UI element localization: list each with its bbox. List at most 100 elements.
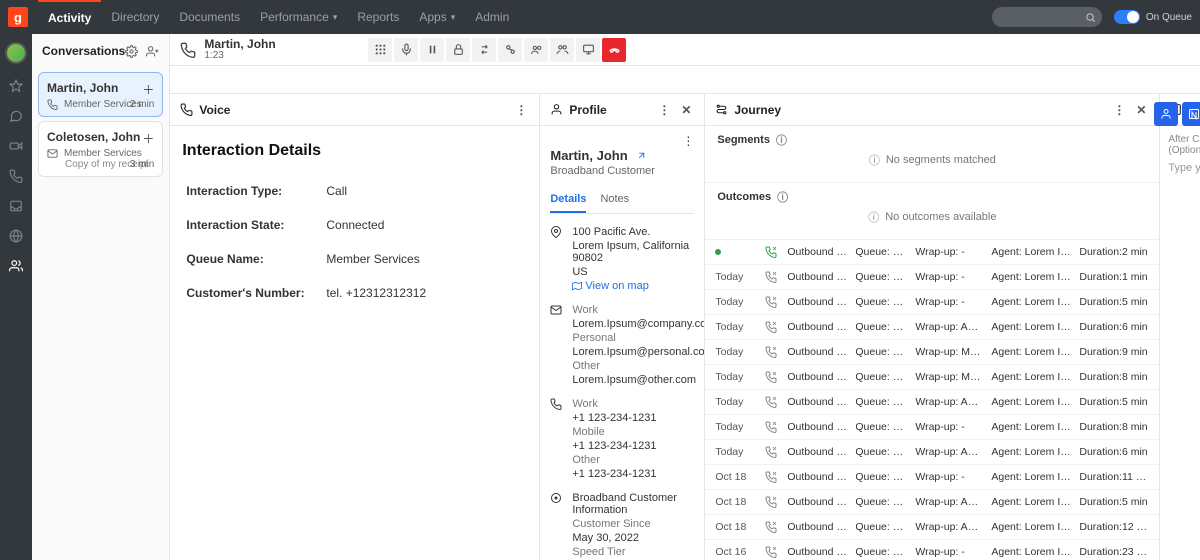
kebab-icon[interactable]: ⋮	[1111, 102, 1127, 118]
journey-row[interactable]: TodayOutbound callQueue: Lo...Wrap-up: A…	[705, 315, 1159, 340]
pause-button[interactable]	[420, 38, 444, 62]
phone-label: Other	[572, 454, 656, 466]
journey-agent: Agent: Lorem Ipsum	[991, 371, 1071, 383]
conversation-card[interactable]: Coletosen, John＋Member ServicesCopy of m…	[38, 121, 163, 177]
outbound-call-icon	[765, 421, 779, 433]
view-on-map-link[interactable]: View on map	[572, 280, 694, 292]
star-icon[interactable]	[8, 78, 24, 94]
journey-row[interactable]: TodayOutbound callQueue: Lo...Wrap-up: M…	[705, 340, 1159, 365]
kebab-icon[interactable]: ⋮	[656, 102, 672, 118]
journey-type: Outbound call	[787, 471, 847, 483]
profile-strip-button[interactable]	[1154, 102, 1178, 126]
settings-icon[interactable]	[125, 45, 138, 58]
nav-item-documents[interactable]: Documents	[169, 0, 250, 34]
journey-type: Outbound call	[787, 421, 847, 433]
plus-icon[interactable]: ＋	[142, 81, 154, 98]
journey-wrapup: Wrap-up: Aban...	[915, 521, 983, 533]
nav-item-reports[interactable]: Reports	[347, 0, 409, 34]
kebab-icon[interactable]: ⋮	[513, 102, 529, 118]
conversation-time: 2 min	[130, 99, 154, 110]
journey-agent: Agent: Lorem Ipsum	[991, 421, 1071, 433]
tab-details[interactable]: Details	[550, 187, 586, 213]
info-icon[interactable]: ⓘ	[776, 132, 787, 148]
journey-row[interactable]: Outbound callQueue: Lo...Wrap-up: -Agent…	[705, 240, 1159, 265]
nav-item-admin[interactable]: Admin	[465, 0, 519, 34]
keypad-button[interactable]	[368, 38, 392, 62]
journey-row[interactable]: Oct 18Outbound callQueue: Lo...Wrap-up: …	[705, 515, 1159, 540]
transfer-button[interactable]	[472, 38, 496, 62]
journey-row[interactable]: TodayOutbound callQueue: Lo...Wrap-up: -…	[705, 265, 1159, 290]
plus-icon[interactable]: ＋	[142, 130, 154, 147]
journey-row[interactable]: TodayOutbound callQueue: Lo...Wrap-up: -…	[705, 290, 1159, 315]
tab-notes[interactable]: Notes	[600, 187, 629, 213]
journey-queue: Queue: Lo...	[855, 546, 907, 558]
close-icon[interactable]: ✕	[678, 102, 694, 118]
globe-icon[interactable]	[8, 228, 24, 244]
global-search[interactable]	[992, 7, 1102, 27]
info-icon[interactable]: ⓘ	[777, 189, 788, 205]
journey-type: Outbound call	[787, 496, 847, 508]
journey-type: Outbound call	[787, 371, 847, 383]
nav-item-directory[interactable]: Directory	[101, 0, 169, 34]
journey-strip-button[interactable]	[1182, 102, 1200, 126]
caller-name: Martin, John	[204, 38, 275, 50]
close-icon[interactable]: ✕	[1133, 102, 1149, 118]
journey-date: Today	[715, 396, 757, 408]
nav-item-performance[interactable]: Performance▾	[250, 0, 347, 34]
journey-row[interactable]: Oct 16Outbound callQueue: Lo...Wrap-up: …	[705, 540, 1159, 560]
journey-row[interactable]: Oct 18Outbound callQueue: Lo...Wrap-up: …	[705, 490, 1159, 515]
screen-button[interactable]	[576, 38, 600, 62]
notes-textarea[interactable]: Type your notes here (no p	[1168, 162, 1200, 174]
outbound-call-icon	[765, 496, 779, 508]
hold-button[interactable]	[498, 38, 522, 62]
video-icon[interactable]	[8, 138, 24, 154]
address-line2: Lorem Ipsum, California 90802	[572, 240, 694, 264]
detail-row: Interaction State:Connected	[182, 208, 527, 242]
nav-item-activity[interactable]: Activity	[38, 0, 101, 34]
on-queue-toggle[interactable]: On Queue	[1114, 10, 1192, 24]
inbox-icon[interactable]	[8, 198, 24, 214]
phone-value: +1 123-234-1231	[572, 440, 656, 452]
conversation-queue: Member Services	[64, 148, 142, 159]
journey-row[interactable]: TodayOutbound callQueue: Lo...Wrap-up: A…	[705, 390, 1159, 415]
email-label: Other	[572, 360, 704, 372]
phone-rail-icon[interactable]	[8, 168, 24, 184]
caller-duration: 1:23	[204, 50, 275, 61]
hangup-button[interactable]	[602, 38, 626, 62]
kebab-icon[interactable]: ⋮	[682, 134, 694, 148]
external-link-icon[interactable]	[636, 150, 647, 161]
journey-date: Today	[715, 321, 757, 333]
user-avatar[interactable]	[5, 42, 27, 64]
add-person-icon[interactable]	[146, 45, 159, 58]
journey-agent: Agent: Lorem Ipsum	[991, 396, 1071, 408]
journey-type: Outbound call	[787, 296, 847, 308]
on-queue-label: On Queue	[1146, 12, 1192, 23]
journey-row[interactable]: TodayOutbound callQueue: Lo...Wrap-up: -…	[705, 415, 1159, 440]
chat-icon[interactable]	[8, 108, 24, 124]
journey-queue: Queue: Lo...	[855, 271, 907, 283]
people-icon[interactable]	[8, 258, 24, 274]
journey-date: Today	[715, 296, 757, 308]
secure-button[interactable]	[446, 38, 470, 62]
journey-wrapup: Wrap-up: MD7ED	[915, 371, 983, 383]
journey-queue: Queue: Lo...	[855, 396, 907, 408]
phone-value: +1 123-234-1231	[572, 412, 656, 424]
journey-row[interactable]: Oct 18Outbound callQueue: Lo...Wrap-up: …	[705, 465, 1159, 490]
notes-meta: After Call Work (Optional)	[1168, 134, 1200, 156]
group-button[interactable]	[524, 38, 548, 62]
conversations-title: Conversations	[42, 44, 125, 58]
conversation-card[interactable]: Martin, John＋Member Services2 min	[38, 72, 163, 117]
toggle-switch-icon	[1114, 10, 1140, 24]
journey-queue: Queue: Lo...	[855, 421, 907, 433]
search-icon	[1085, 12, 1096, 23]
detail-key: Queue Name:	[186, 252, 326, 266]
journey-wrapup: Wrap-up: MD7ED	[915, 346, 983, 358]
journey-row[interactable]: TodayOutbound callQueue: Lo...Wrap-up: M…	[705, 365, 1159, 390]
journey-agent: Agent: Lorem Ipsum	[991, 446, 1071, 458]
mic-button[interactable]	[394, 38, 418, 62]
journey-queue: Queue: Lo...	[855, 496, 907, 508]
journey-row[interactable]: TodayOutbound callQueue: Lo...Wrap-up: A…	[705, 440, 1159, 465]
cobrowse-button[interactable]	[550, 38, 574, 62]
journey-duration: Duration:6 min	[1079, 321, 1149, 333]
nav-item-apps[interactable]: Apps▾	[409, 0, 465, 34]
